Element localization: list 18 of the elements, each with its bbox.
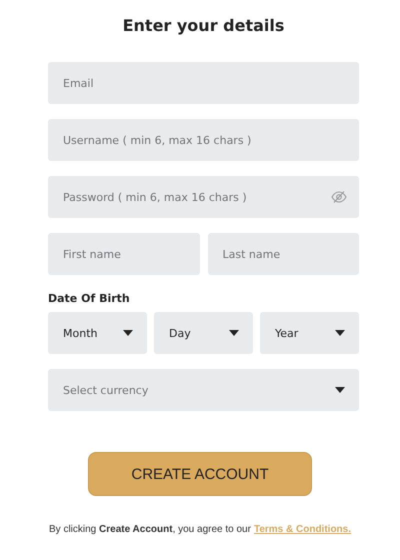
dropdown[interactable]: Select currency (48, 369, 359, 411)
input-field[interactable]: Email (48, 62, 359, 104)
caret-icon (229, 330, 239, 336)
caret-icon (335, 387, 345, 393)
input-field[interactable]: Username ( min 6, max 16 chars ) (48, 119, 359, 161)
eye-slash-icon[interactable] (331, 191, 347, 203)
terms-note: By clicking Create Account, you agree to our Terms & Conditions. (48, 524, 352, 535)
password-field[interactable]: Password ( min 6, max 16 chars ) (48, 176, 359, 218)
create-account-button[interactable]: CREATE ACCOUNT (88, 452, 312, 496)
dropdown[interactable]: Year (260, 312, 359, 354)
page-title: Enter your details (122, 16, 284, 35)
caret-icon (335, 330, 345, 336)
dropdown[interactable]: Day (154, 312, 253, 354)
caret-icon (123, 330, 133, 336)
field-label: Date Of Birth (48, 292, 131, 305)
input-field[interactable]: Last name (208, 233, 359, 275)
dropdown[interactable]: Month (48, 312, 147, 354)
input-field[interactable]: First name (48, 233, 200, 275)
